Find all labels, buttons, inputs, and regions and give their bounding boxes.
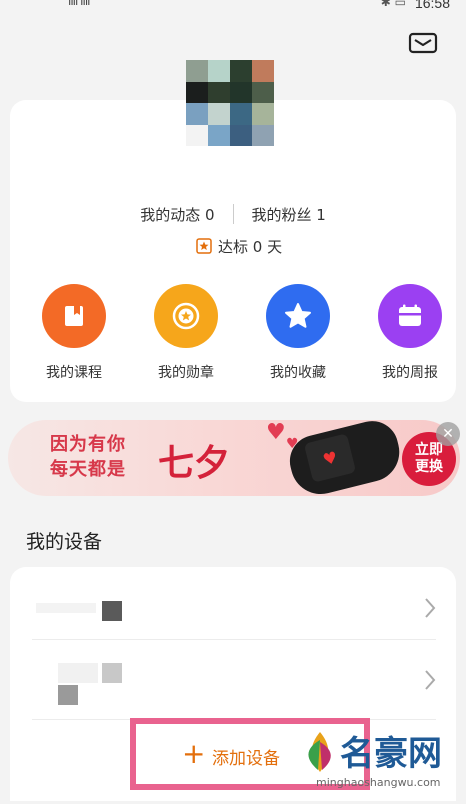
avatar-pixel bbox=[230, 124, 252, 146]
avatar-pixel bbox=[186, 103, 208, 125]
button-line1: 立即 bbox=[415, 442, 443, 458]
status-icons: ✱ ▭ bbox=[380, 0, 406, 9]
dynamics-count[interactable]: 我的动态 0 bbox=[122, 204, 232, 225]
avatar-pixel bbox=[208, 103, 230, 125]
avatar-pixel bbox=[230, 60, 252, 82]
shortcut-grid: 我的课程 我的勋章 我的收藏 我的周报 bbox=[10, 284, 456, 384]
avatar-pixel bbox=[186, 81, 208, 103]
device-name-blurred bbox=[102, 663, 122, 683]
avatar-pixel bbox=[230, 103, 252, 125]
shortcut-medals[interactable]: 我的勋章 bbox=[136, 284, 236, 382]
heart-icon: ♥ bbox=[266, 420, 286, 445]
status-bar: ııll ııll ✱ ▭ 16:58 bbox=[0, 0, 466, 14]
medal-icon bbox=[172, 302, 200, 330]
avatar-pixel bbox=[208, 60, 230, 82]
signal-icon: ııll ııll bbox=[68, 0, 90, 8]
mail-icon[interactable] bbox=[408, 30, 438, 56]
chevron-right-icon bbox=[425, 598, 436, 618]
favorites-circle bbox=[266, 284, 330, 348]
device-name-blurred bbox=[102, 601, 122, 621]
shortcut-courses[interactable]: 我的课程 bbox=[24, 284, 124, 382]
badge-star-icon bbox=[196, 238, 212, 254]
banner-line2: 每天都是 bbox=[50, 459, 126, 480]
avatar-pixel bbox=[252, 60, 274, 82]
avatar-pixel bbox=[252, 124, 274, 146]
device-row[interactable] bbox=[10, 643, 456, 717]
banner-line1: 因为有你 bbox=[50, 434, 126, 455]
courses-circle bbox=[42, 284, 106, 348]
avatar-pixel bbox=[208, 124, 230, 146]
status-time: 16:58 bbox=[414, 0, 450, 11]
devices-section-title: 我的设备 bbox=[26, 531, 103, 553]
shortcut-weekly-report[interactable]: 我的周报 bbox=[360, 284, 460, 382]
book-icon bbox=[65, 306, 83, 326]
profile-stats: 我的动态 0 我的粉丝 1 bbox=[0, 204, 466, 224]
avatar-pixel bbox=[186, 60, 208, 82]
shortcut-label: 我的勋章 bbox=[158, 365, 214, 381]
close-icon[interactable]: ✕ bbox=[436, 422, 460, 446]
streak-info: 达标 0 天 bbox=[196, 236, 282, 256]
banner-title: 七夕 bbox=[158, 442, 231, 484]
avatar-pixel bbox=[208, 81, 230, 103]
weekly-report-circle bbox=[378, 284, 442, 348]
device-row[interactable] bbox=[10, 571, 456, 645]
shortcut-label: 我的课程 bbox=[46, 365, 102, 381]
add-device-label: 添加设备 bbox=[212, 749, 280, 769]
watermark-logo-icon bbox=[308, 732, 331, 772]
avatar-pixel bbox=[252, 81, 274, 103]
row-divider bbox=[32, 639, 436, 640]
calendar-icon bbox=[399, 304, 421, 326]
button-line2: 更换 bbox=[415, 459, 443, 475]
watermark-url: minghaoshangwu.com bbox=[316, 776, 441, 789]
site-watermark: 名豪网 minghaoshangwu.com bbox=[300, 726, 460, 798]
device-icon-blurred bbox=[58, 663, 98, 683]
streak-label: 达标 0 天 bbox=[218, 237, 283, 256]
watermark-title: 名豪网 bbox=[340, 734, 442, 774]
banner-tagline: 因为有你 每天都是 bbox=[50, 432, 150, 482]
plus-icon: + bbox=[182, 737, 206, 770]
promo-banner[interactable]: 因为有你 每天都是 七夕 ♥ ♥ ♥ 立即 更换 bbox=[8, 420, 460, 496]
avatar-pixel bbox=[252, 103, 274, 125]
medals-circle bbox=[154, 284, 218, 348]
fans-count[interactable]: 我的粉丝 1 bbox=[234, 204, 344, 225]
avatar-pixel bbox=[186, 124, 208, 146]
device-icon-blurred bbox=[36, 603, 96, 613]
shortcut-label: 我的收藏 bbox=[270, 365, 326, 381]
chevron-right-icon bbox=[425, 670, 436, 690]
shortcut-favorites[interactable]: 我的收藏 bbox=[248, 284, 348, 382]
avatar-pixel bbox=[230, 81, 252, 103]
star-icon bbox=[285, 303, 311, 328]
shortcut-label: 我的周报 bbox=[382, 365, 438, 381]
device-image-blurred bbox=[58, 685, 78, 705]
avatar[interactable] bbox=[186, 60, 274, 146]
